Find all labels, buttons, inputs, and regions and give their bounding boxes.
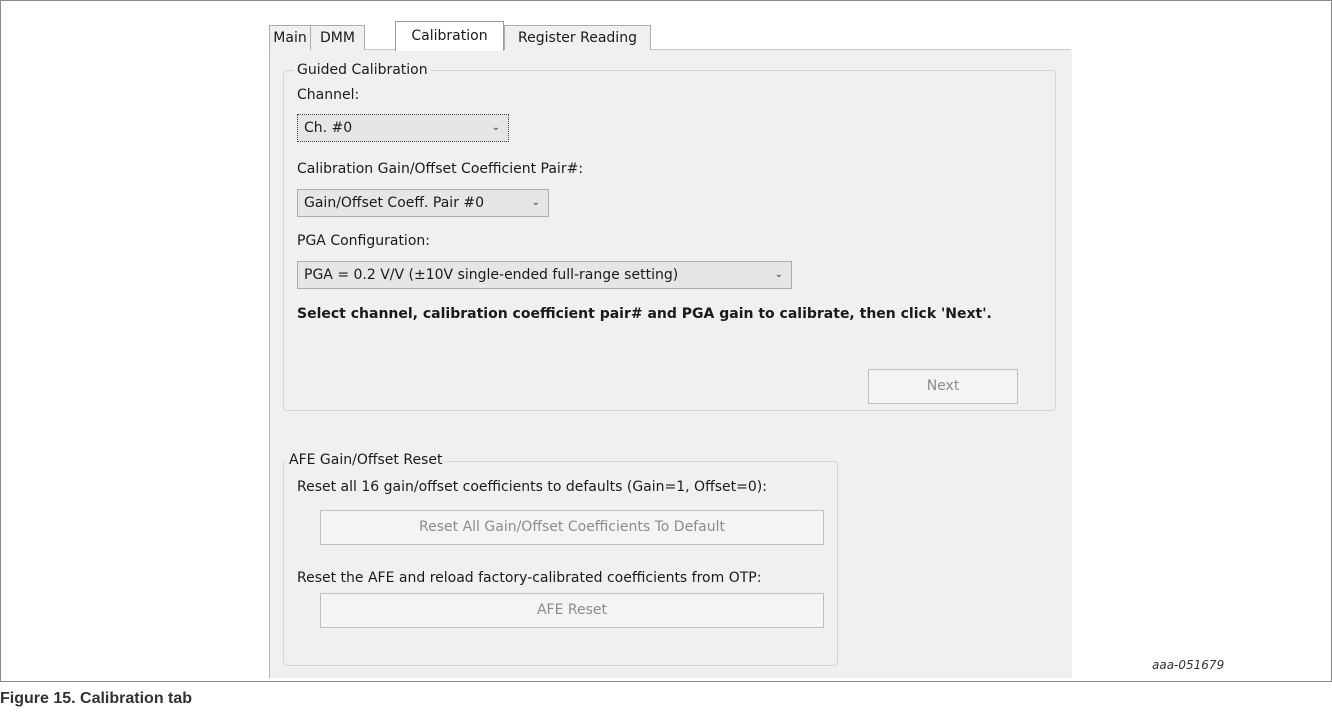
next-button[interactable]: Next <box>868 369 1018 404</box>
channel-select-value: Ch. #0 <box>304 120 353 136</box>
afe-reset-button[interactable]: AFE Reset <box>320 593 824 628</box>
tab-dmm[interactable]: DMM <box>310 25 365 50</box>
pga-configuration-select[interactable]: PGA = 0.2 V/V (±10V single-ended full-ra… <box>297 261 792 289</box>
channel-label: Channel: <box>297 87 360 103</box>
reload-otp-description: Reset the AFE and reload factory-calibra… <box>297 570 762 586</box>
figure-caption: Figure 15. Calibration tab <box>0 690 193 707</box>
pga-configuration-label: PGA Configuration: <box>297 233 430 249</box>
tab-strip: Main DMM Calibration Register Reading <box>269 21 1071 51</box>
reset-all-description: Reset all 16 gain/offset coefficients to… <box>297 479 767 495</box>
guided-calibration-title: Guided Calibration <box>294 62 431 78</box>
coefficient-pair-select-value: Gain/Offset Coeff. Pair #0 <box>304 195 485 211</box>
coefficient-pair-select[interactable]: Gain/Offset Coeff. Pair #0 ⌄ <box>297 189 549 217</box>
calibration-instruction: Select channel, calibration coefficient … <box>297 306 992 322</box>
afe-reset-title: AFE Gain/Offset Reset <box>286 452 446 468</box>
reset-all-coefficients-button[interactable]: Reset All Gain/Offset Coefficients To De… <box>320 510 824 545</box>
pga-configuration-select-value: PGA = 0.2 V/V (±10V single-ended full-ra… <box>304 267 679 283</box>
chevron-down-icon: ⌄ <box>774 269 783 280</box>
chevron-down-icon: ⌄ <box>531 197 540 208</box>
tab-main[interactable]: Main <box>269 25 311 50</box>
tab-register-reading[interactable]: Register Reading <box>504 25 651 50</box>
tab-calibration[interactable]: Calibration <box>395 21 504 51</box>
chevron-down-icon: ⌄ <box>491 122 500 133</box>
image-identifier: aaa-051679 <box>1152 658 1225 672</box>
channel-select[interactable]: Ch. #0 ⌄ <box>297 114 509 142</box>
coefficient-pair-label: Calibration Gain/Offset Coefficient Pair… <box>297 161 584 177</box>
